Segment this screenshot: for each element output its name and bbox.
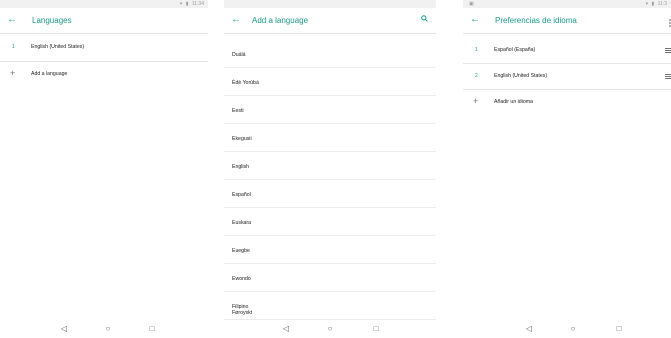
battery-icon: ▮ — [185, 1, 189, 7]
overflow-menu-icon[interactable] — [667, 15, 671, 27]
language-option-label: Duálá — [232, 52, 246, 58]
add-language-label: Añadir un idioma — [494, 99, 533, 105]
page-title: Languages — [32, 16, 72, 25]
screen-add-language: ← Add a language Duálá Èdè Yorùbá Eesti … — [224, 0, 436, 338]
plus-icon: + — [473, 96, 479, 106]
nav-home-icon[interactable]: ○ — [567, 323, 579, 335]
nav-back-icon[interactable]: ◁ — [523, 323, 535, 335]
app-bar: ← Add a language — [224, 8, 436, 34]
language-option[interactable]: Euskara — [224, 208, 436, 236]
language-option-label: English — [232, 164, 250, 170]
language-name: Español (España) — [494, 47, 536, 53]
drag-handle-icon[interactable] — [665, 48, 671, 53]
notification-icon: ▣ — [469, 1, 474, 7]
language-option[interactable]: English — [224, 152, 436, 180]
app-bar: ← Preferencias de idioma — [463, 8, 671, 34]
back-arrow-icon[interactable]: ← — [7, 14, 17, 26]
navigation-bar: ◁ ○ □ — [0, 320, 208, 338]
status-time: 11:34 — [191, 1, 204, 7]
navigation-bar: ◁ ○ □ — [224, 320, 436, 338]
status-bar: ▣ ▾ ▮ 11:3 — [463, 0, 671, 8]
language-rank: 1 — [475, 47, 478, 53]
language-option-label: Euskara — [232, 220, 252, 226]
language-option-label: Èdè Yorùbá — [232, 80, 259, 86]
drag-handle-icon[interactable] — [665, 74, 671, 79]
nav-back-icon[interactable]: ◁ — [280, 323, 292, 335]
navigation-bar: ◁ ○ □ — [463, 320, 671, 338]
language-option[interactable]: Eesti — [224, 96, 436, 124]
language-option-label: Føroyskt — [232, 310, 253, 316]
status-bar: ▾ ▮ 11:34 — [0, 0, 208, 8]
page-title: Preferencias de idioma — [495, 16, 577, 25]
screen-preferencias: ▣ ▾ ▮ 11:3 ← Preferencias de idioma 1 Es… — [463, 0, 671, 338]
nav-back-icon[interactable]: ◁ — [58, 323, 70, 335]
language-item[interactable]: 1 Español (España) — [463, 37, 671, 65]
language-item[interactable]: 2 English (United States) — [463, 63, 671, 91]
battery-icon: ▮ — [651, 1, 655, 7]
language-name: English (United States) — [494, 73, 548, 79]
nav-recents-icon[interactable]: □ — [613, 323, 625, 335]
language-option-label: Eʋegbe — [232, 248, 250, 254]
language-option[interactable]: Ekegusii — [224, 124, 436, 152]
language-option[interactable]: Español — [224, 180, 436, 208]
add-language-label: Add a language — [31, 71, 68, 77]
nav-recents-icon[interactable]: □ — [146, 323, 158, 335]
language-option-label: Eesti — [232, 108, 244, 114]
screen-languages: ▾ ▮ 11:34 ← Languages 1 English (United … — [0, 0, 208, 338]
wifi-icon: ▾ — [179, 1, 183, 7]
add-language-button[interactable]: + Añadir un idioma — [463, 89, 671, 117]
plus-icon: + — [10, 68, 16, 78]
language-rank: 2 — [475, 73, 478, 79]
language-rank: 1 — [12, 44, 15, 50]
app-bar: ← Languages — [0, 8, 208, 34]
add-language-button[interactable]: + Add a language — [0, 61, 208, 89]
language-option[interactable]: Ewondo — [224, 264, 436, 292]
language-item[interactable]: 1 English (United States) — [0, 34, 208, 62]
nav-home-icon[interactable]: ○ — [102, 323, 114, 335]
nav-recents-icon[interactable]: □ — [370, 323, 382, 335]
back-arrow-icon[interactable]: ← — [231, 14, 241, 26]
language-option-label: Ewondo — [232, 276, 251, 282]
status-bar — [224, 0, 436, 8]
status-time: 11:3 — [657, 1, 667, 7]
page-title: Add a language — [252, 16, 309, 25]
back-arrow-icon[interactable]: ← — [470, 14, 480, 26]
search-icon[interactable] — [421, 14, 428, 26]
language-option[interactable]: Eʋegbe — [224, 236, 436, 264]
nav-home-icon[interactable]: ○ — [324, 323, 336, 335]
language-option[interactable]: Duálá — [224, 40, 436, 68]
wifi-icon: ▾ — [645, 1, 649, 7]
language-name: English (United States) — [31, 44, 85, 50]
language-option-label: Ekegusii — [232, 136, 252, 142]
language-option-label: Español — [232, 192, 251, 198]
language-option[interactable]: Èdè Yorùbá — [224, 68, 436, 96]
